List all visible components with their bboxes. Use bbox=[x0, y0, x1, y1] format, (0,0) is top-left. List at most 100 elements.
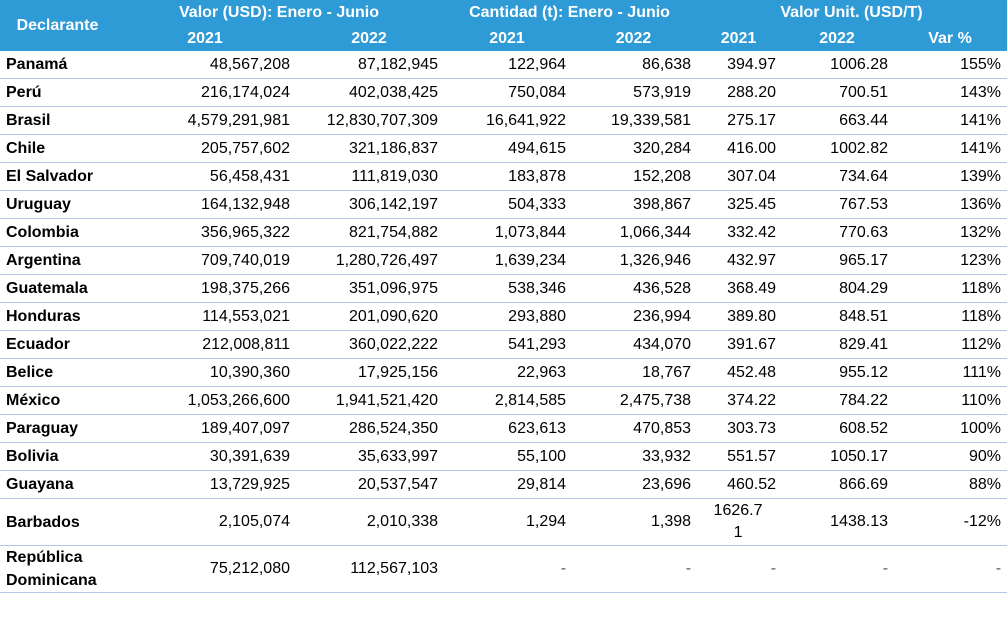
cell-cantidad-2021: 2,814,585 bbox=[443, 386, 572, 415]
cell-declarante: Perú bbox=[0, 78, 115, 107]
cell-unitario-2021: 551.57 bbox=[696, 442, 782, 471]
cell-valor-2021: 1,053,266,600 bbox=[115, 386, 295, 415]
cell-var: 139% bbox=[893, 162, 1008, 191]
cell-valor-2022: 12,830,707,309 bbox=[295, 106, 444, 135]
cell-cantidad-2021: 55,100 bbox=[443, 442, 572, 471]
cell-cantidad-2022: 436,528 bbox=[571, 274, 697, 303]
table-row: Colombia 356,965,322 821,754,882 1,073,844 1… bbox=[0, 218, 1008, 247]
table-row: Bolivia 30,391,639 35,633,997 55,100 33,932 5… bbox=[0, 442, 1008, 471]
cell-cantidad-2022: 1,398 bbox=[571, 498, 697, 546]
table-row: Panamá 48,567,208 87,182,945 122,964 86,638 3… bbox=[0, 51, 1008, 79]
cell-var: 141% bbox=[893, 106, 1008, 135]
cell-unitario-2021: 389.80 bbox=[696, 302, 782, 331]
header-group-cantidad: Cantidad (t): Enero - Junio bbox=[443, 0, 697, 26]
table-body: Panamá 48,567,208 87,182,945 122,964 86,638 3… bbox=[0, 51, 1008, 593]
cell-unitario-2022: - bbox=[781, 545, 894, 593]
cell-valor-2022: 87,182,945 bbox=[295, 51, 444, 79]
cell-valor-2021: 10,390,360 bbox=[115, 358, 295, 387]
cell-var: -12% bbox=[893, 498, 1008, 546]
cell-cantidad-2022: 86,638 bbox=[571, 51, 697, 79]
cell-cantidad-2022: 2,475,738 bbox=[571, 386, 697, 415]
cell-declarante: Brasil bbox=[0, 106, 115, 135]
cell-var: 100% bbox=[893, 414, 1008, 443]
cell-valor-2021: 164,132,948 bbox=[115, 190, 295, 219]
cell-valor-2021: 212,008,811 bbox=[115, 330, 295, 359]
table-row: Chile 205,757,602 321,186,837 494,615 320,28… bbox=[0, 134, 1008, 163]
cell-valor-2022: 112,567,103 bbox=[295, 545, 444, 593]
cell-cantidad-2021: 750,084 bbox=[443, 78, 572, 107]
cell-declarante: Honduras bbox=[0, 302, 115, 331]
cell-unitario-2021: 325.45 bbox=[696, 190, 782, 219]
cell-unitario-2021: 303.73 bbox=[696, 414, 782, 443]
cell-valor-2022: 321,186,837 bbox=[295, 134, 444, 163]
cell-declarante: Guatemala bbox=[0, 274, 115, 303]
cell-unitario-2021: 332.42 bbox=[696, 218, 782, 247]
table-header: Declarante Valor (USD): Enero - Junio Ca… bbox=[0, 0, 1008, 51]
cell-unitario-2021: 275.17 bbox=[696, 106, 782, 135]
cell-valor-2022: 402,038,425 bbox=[295, 78, 444, 107]
cell-unitario-2022: 804.29 bbox=[781, 274, 894, 303]
cell-cantidad-2021: 494,615 bbox=[443, 134, 572, 163]
trade-table: Declarante Valor (USD): Enero - Junio Ca… bbox=[0, 0, 1008, 593]
cell-unitario-2021: - bbox=[696, 545, 782, 593]
header-var: Var % bbox=[893, 26, 1008, 51]
cell-unitario-2022: 866.69 bbox=[781, 470, 894, 499]
cell-valor-2021: 2,105,074 bbox=[115, 498, 295, 546]
cell-cantidad-2022: - bbox=[571, 545, 697, 593]
header-valor-2022: 2022 bbox=[295, 26, 444, 51]
table-row: Barbados 2,105,074 2,010,338 1,294 1,398 1626… bbox=[0, 498, 1008, 546]
cell-valor-2022: 351,096,975 bbox=[295, 274, 444, 303]
cell-cantidad-2022: 19,339,581 bbox=[571, 106, 697, 135]
cell-cantidad-2021: 183,878 bbox=[443, 162, 572, 191]
cell-cantidad-2021: 541,293 bbox=[443, 330, 572, 359]
table-row: Argentina 709,740,019 1,280,726,497 1,639,2… bbox=[0, 246, 1008, 275]
cell-cantidad-2022: 434,070 bbox=[571, 330, 697, 359]
cell-valor-2022: 35,633,997 bbox=[295, 442, 444, 471]
cell-var: 143% bbox=[893, 78, 1008, 107]
table-row: El Salvador 56,458,431 111,819,030 183,878 1… bbox=[0, 162, 1008, 191]
cell-declarante: Chile bbox=[0, 134, 115, 163]
header-unitario-2021: 2021 bbox=[696, 26, 782, 51]
cell-unitario-2021: 452.48 bbox=[696, 358, 782, 387]
cell-declarante: Bolivia bbox=[0, 442, 115, 471]
cell-var: 90% bbox=[893, 442, 1008, 471]
cell-declarante: Ecuador bbox=[0, 330, 115, 359]
cell-cantidad-2022: 470,853 bbox=[571, 414, 697, 443]
cell-valor-2021: 216,174,024 bbox=[115, 78, 295, 107]
cell-declarante: Argentina bbox=[0, 246, 115, 275]
cell-unitario-2022: 767.53 bbox=[781, 190, 894, 219]
cell-valor-2021: 114,553,021 bbox=[115, 302, 295, 331]
cell-var: - bbox=[893, 545, 1008, 593]
cell-cantidad-2022: 23,696 bbox=[571, 470, 697, 499]
cell-cantidad-2022: 1,326,946 bbox=[571, 246, 697, 275]
cell-var: 136% bbox=[893, 190, 1008, 219]
cell-cantidad-2022: 398,867 bbox=[571, 190, 697, 219]
table-row: Brasil 4,579,291,981 12,830,707,309 16,641,… bbox=[0, 106, 1008, 135]
cell-unitario-2022: 1006.28 bbox=[781, 51, 894, 79]
cell-var: 110% bbox=[893, 386, 1008, 415]
cell-valor-2021: 4,579,291,981 bbox=[115, 106, 295, 135]
cell-valor-2021: 205,757,602 bbox=[115, 134, 295, 163]
cell-unitario-2021: 307.04 bbox=[696, 162, 782, 191]
cell-var: 111% bbox=[893, 358, 1008, 387]
cell-declarante: Colombia bbox=[0, 218, 115, 247]
cell-cantidad-2022: 33,932 bbox=[571, 442, 697, 471]
cell-unitario-2022: 955.12 bbox=[781, 358, 894, 387]
cell-declarante: Belice bbox=[0, 358, 115, 387]
cell-declarante: Uruguay bbox=[0, 190, 115, 219]
cell-valor-2022: 286,524,350 bbox=[295, 414, 444, 443]
cell-unitario-2022: 700.51 bbox=[781, 78, 894, 107]
cell-unitario-2021: 460.52 bbox=[696, 470, 782, 499]
cell-cantidad-2022: 320,284 bbox=[571, 134, 697, 163]
cell-unitario-2021: 288.20 bbox=[696, 78, 782, 107]
cell-unitario-2022: 770.63 bbox=[781, 218, 894, 247]
cell-unitario-2022: 965.17 bbox=[781, 246, 894, 275]
table-row: República Dominicana 75,212,080 112,567,10… bbox=[0, 545, 1008, 593]
cell-unitario-2022: 1438.13 bbox=[781, 498, 894, 546]
cell-var: 123% bbox=[893, 246, 1008, 275]
cell-valor-2021: 198,375,266 bbox=[115, 274, 295, 303]
cell-declarante: República Dominicana bbox=[0, 545, 115, 593]
cell-declarante: Guayana bbox=[0, 470, 115, 499]
cell-cantidad-2022: 1,066,344 bbox=[571, 218, 697, 247]
cell-cantidad-2021: 22,963 bbox=[443, 358, 572, 387]
